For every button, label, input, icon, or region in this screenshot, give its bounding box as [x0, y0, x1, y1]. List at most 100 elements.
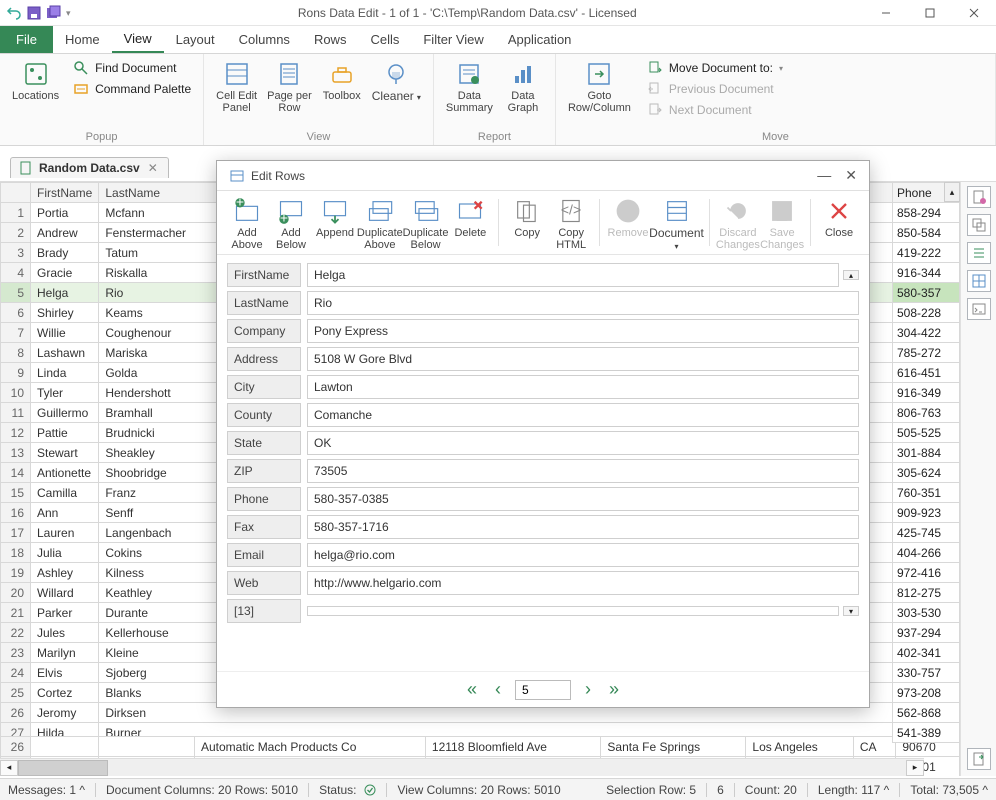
row-number[interactable]: 2 — [1, 223, 31, 243]
row-number[interactable]: 12 — [1, 423, 31, 443]
page-per-row-button[interactable]: Page per Row — [263, 58, 316, 116]
cell-firstname[interactable]: Tyler — [31, 383, 99, 403]
previous-document-button[interactable]: Previous Document — [643, 79, 787, 99]
cell-firstname[interactable]: Brady — [31, 243, 99, 263]
table-row[interactable]: 301-884 — [893, 443, 960, 463]
row-number[interactable]: 10 — [1, 383, 31, 403]
cell-phone[interactable]: 330-757 — [893, 663, 960, 683]
cell-firstname[interactable]: Ann — [31, 503, 99, 523]
tab-cells[interactable]: Cells — [358, 26, 411, 53]
document-tab[interactable]: Random Data.csv ✕ — [10, 157, 169, 178]
table-row[interactable]: 419-222 — [893, 243, 960, 263]
table-row[interactable]: 402-341 — [893, 643, 960, 663]
field-value[interactable]: 5108 W Gore Blvd — [307, 347, 859, 371]
table-row[interactable]: 508-228 — [893, 303, 960, 323]
cell-firstname[interactable]: Helga — [31, 283, 99, 303]
field-value[interactable]: http://www.helgario.com — [307, 571, 859, 595]
side-doc-info-icon[interactable] — [967, 186, 991, 208]
tab-home[interactable]: Home — [53, 26, 112, 53]
toolbox-button[interactable]: Toolbox — [318, 58, 366, 104]
row-number[interactable]: 6 — [1, 303, 31, 323]
next-document-button[interactable]: Next Document — [643, 100, 787, 120]
cell-phone[interactable]: 305-624 — [893, 463, 960, 483]
row-number[interactable]: 1 — [1, 203, 31, 223]
remove-button[interactable]: Remove — [606, 195, 650, 241]
cell-firstname[interactable]: Cortez — [31, 683, 99, 703]
cell-phone[interactable]: 580-357 — [893, 283, 960, 303]
duplicate-below-button[interactable]: Duplicate Below — [403, 195, 449, 253]
table-row[interactable]: 858-294 — [893, 203, 960, 223]
locations-button[interactable]: Locations — [8, 58, 63, 104]
table-row[interactable]: 812-275 — [893, 583, 960, 603]
hscroll-left-icon[interactable]: ◂ — [0, 760, 18, 776]
cell-phone[interactable]: 916-344 — [893, 263, 960, 283]
dialog-close-icon[interactable]: ✕ — [845, 167, 857, 184]
cell-firstname[interactable]: Stewart — [31, 443, 99, 463]
field-value[interactable]: Rio — [307, 291, 859, 315]
cell-phone[interactable]: 303-530 — [893, 603, 960, 623]
side-terminal-icon[interactable] — [967, 298, 991, 320]
undo-icon[interactable] — [6, 5, 22, 21]
cell-phone[interactable]: 562-868 — [893, 703, 960, 723]
cell-firstname[interactable]: Jeromy — [31, 703, 99, 723]
field-value[interactable]: 580-357-1716 — [307, 515, 859, 539]
rownum-header[interactable] — [1, 183, 31, 203]
data-summary-button[interactable]: Data Summary — [442, 58, 497, 116]
table-row[interactable]: 760-351 — [893, 483, 960, 503]
field-value[interactable] — [307, 606, 839, 616]
cell-firstname[interactable]: Portia — [31, 203, 99, 223]
status-messages[interactable]: Messages: 1 ^ — [8, 783, 85, 797]
side-list-icon[interactable] — [967, 242, 991, 264]
vscroll-up-icon[interactable]: ▴ — [944, 182, 960, 202]
field-scroll-up-icon[interactable]: ▴ — [843, 270, 859, 280]
save-icon[interactable] — [26, 5, 42, 21]
cell-firstname[interactable]: Marilyn — [31, 643, 99, 663]
cell-firstname[interactable]: Andrew — [31, 223, 99, 243]
side-doc-restore-icon[interactable] — [967, 748, 991, 770]
table-row[interactable]: 304-422 — [893, 323, 960, 343]
cell-firstname[interactable]: Guillermo — [31, 403, 99, 423]
cell-company[interactable]: Automatic Mach Products Co — [195, 737, 426, 757]
minimize-button[interactable] — [864, 0, 908, 26]
cleaner-button[interactable]: Cleaner ▾ — [368, 58, 425, 105]
hscroll-thumb[interactable] — [18, 760, 108, 776]
close-doc-tab-icon[interactable]: ✕ — [146, 161, 160, 175]
cell-phone[interactable]: 616-451 — [893, 363, 960, 383]
cell-state[interactable]: CA — [853, 737, 896, 757]
copy-button[interactable]: Copy — [505, 195, 549, 241]
row-number[interactable]: 20 — [1, 583, 31, 603]
col-firstname-header[interactable]: FirstName — [31, 183, 99, 203]
cell-firstname[interactable]: Willie — [31, 323, 99, 343]
field-value[interactable]: Helga — [307, 263, 839, 287]
discard-changes-button[interactable]: Discard Changes — [716, 195, 760, 253]
table-row[interactable]: 785-272 — [893, 343, 960, 363]
row-number[interactable]: 21 — [1, 603, 31, 623]
cell-phone[interactable]: 508-228 — [893, 303, 960, 323]
table-row[interactable]: 330-757 — [893, 663, 960, 683]
cell-phone[interactable]: 419-222 — [893, 243, 960, 263]
row-number[interactable]: 19 — [1, 563, 31, 583]
row-number[interactable]: 16 — [1, 503, 31, 523]
tab-layout[interactable]: Layout — [164, 26, 227, 53]
field-value[interactable]: Pony Express — [307, 319, 859, 343]
save-all-icon[interactable] — [46, 5, 62, 21]
row-number[interactable]: 5 — [1, 283, 31, 303]
row-number[interactable]: 24 — [1, 663, 31, 683]
table-row[interactable]: 305-624 — [893, 463, 960, 483]
cell-phone[interactable]: 402-341 — [893, 643, 960, 663]
file-tab[interactable]: File — [0, 26, 53, 53]
table-row[interactable]: 973-208 — [893, 683, 960, 703]
row-number[interactable]: 3 — [1, 243, 31, 263]
pager-last-icon[interactable]: » — [605, 679, 623, 700]
field-scroll-down-icon[interactable]: ▾ — [843, 606, 859, 616]
find-document-button[interactable]: Find Document — [69, 58, 195, 78]
table-row[interactable]: 303-530 — [893, 603, 960, 623]
cell-phone[interactable]: 806-763 — [893, 403, 960, 423]
cell-firstname[interactable]: Gracie — [31, 263, 99, 283]
cell-phone[interactable]: 937-294 — [893, 623, 960, 643]
cell-phone[interactable]: 812-275 — [893, 583, 960, 603]
row-number[interactable]: 9 — [1, 363, 31, 383]
side-grid-icon[interactable] — [967, 270, 991, 292]
table-row[interactable]: 937-294 — [893, 623, 960, 643]
row-number[interactable]: 7 — [1, 323, 31, 343]
